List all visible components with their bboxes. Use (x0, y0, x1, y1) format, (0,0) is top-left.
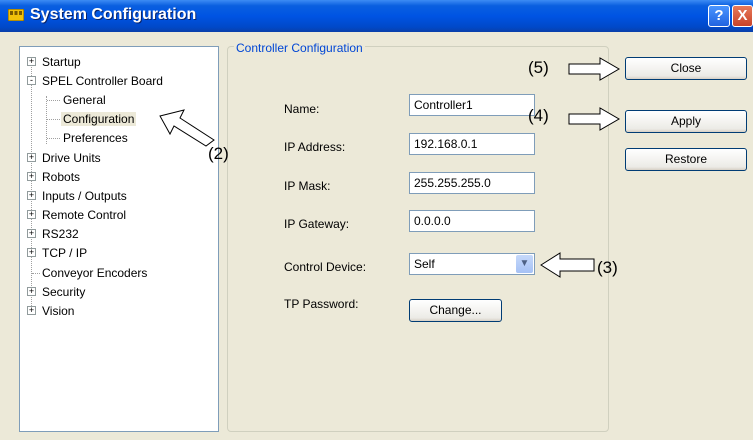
change-password-button[interactable]: Change... (409, 299, 502, 322)
system-configuration-window: System Configuration ? X + Startup - SPE… (0, 0, 753, 440)
ip-gateway-field[interactable]: 0.0.0.0 (409, 210, 535, 232)
tree-item-vision[interactable]: Vision (42, 304, 74, 318)
tree-item-inputs-outputs[interactable]: Inputs / Outputs (42, 189, 127, 203)
callout-arrow-icon (568, 57, 620, 81)
ip-mask-field[interactable]: 255.255.255.0 (409, 172, 535, 194)
callout-3: (3) (597, 258, 618, 277)
ip-gateway-label: IP Gateway: (284, 217, 350, 231)
control-device-value: Self (414, 257, 435, 271)
tree-item-configuration[interactable]: Configuration (61, 112, 137, 126)
apply-button[interactable]: Apply (625, 110, 747, 133)
ip-address-label: IP Address: (284, 140, 346, 154)
tree-item-spel-controller-board[interactable]: SPEL Controller Board (42, 74, 163, 88)
tree-item-remote-control[interactable]: Remote Control (42, 208, 126, 222)
name-label: Name: (284, 102, 320, 116)
tree-item-preferences[interactable]: Preferences (63, 131, 128, 145)
expand-icon[interactable]: + (27, 210, 36, 219)
window-close-button[interactable]: X (732, 5, 753, 27)
window-title: System Configuration (30, 6, 197, 23)
help-button[interactable]: ? (708, 5, 730, 27)
tree-item-rs232[interactable]: RS232 (42, 227, 79, 241)
tree-item-drive-units[interactable]: Drive Units (42, 151, 101, 165)
ip-mask-label: IP Mask: (284, 179, 331, 193)
help-icon: ? (714, 7, 724, 24)
expand-icon[interactable]: + (27, 153, 36, 162)
expand-icon[interactable]: + (27, 172, 36, 181)
tree-item-general[interactable]: General (63, 93, 106, 107)
callout-arrow-icon (159, 109, 215, 147)
ip-address-field[interactable]: 192.168.0.1 (409, 133, 535, 155)
restore-button[interactable]: Restore (625, 148, 747, 171)
callout-arrow-icon (568, 107, 620, 131)
collapse-icon[interactable]: - (27, 76, 36, 85)
callout-arrow-icon (540, 252, 595, 278)
tree-item-startup[interactable]: Startup (42, 55, 81, 69)
close-button[interactable]: Close (625, 57, 747, 80)
expand-icon[interactable]: + (27, 248, 36, 257)
title-bar: System Configuration ? X (0, 0, 753, 32)
callout-5: (5) (528, 58, 549, 77)
callout-2: (2) (208, 144, 229, 163)
tp-password-label: TP Password: (284, 297, 359, 311)
expand-icon[interactable]: + (27, 229, 36, 238)
expand-icon[interactable]: + (27, 287, 36, 296)
tree-connector (47, 119, 60, 120)
tree-connector (46, 96, 47, 144)
name-field[interactable]: Controller1 (409, 94, 535, 116)
expand-icon[interactable]: + (27, 57, 36, 66)
chevron-down-icon[interactable]: ▼ (516, 255, 533, 273)
tree-item-robots[interactable]: Robots (42, 170, 80, 184)
control-device-label: Control Device: (284, 260, 367, 274)
tree-item-security[interactable]: Security (42, 285, 85, 299)
callout-4: (4) (528, 106, 549, 125)
tree-item-conveyor-encoders[interactable]: Conveyor Encoders (42, 266, 147, 280)
tree-item-tcp-ip[interactable]: TCP / IP (42, 246, 87, 260)
app-icon (8, 9, 24, 21)
config-tree[interactable]: + Startup - SPEL Controller Board Genera… (19, 46, 219, 432)
close-icon: X (737, 7, 748, 24)
control-device-select[interactable]: Self ▼ (409, 253, 535, 275)
tree-connector (32, 273, 40, 274)
group-title: Controller Configuration (234, 41, 365, 55)
tree-connector (47, 100, 60, 101)
expand-icon[interactable]: + (27, 191, 36, 200)
expand-icon[interactable]: + (27, 306, 36, 315)
tree-connector (47, 138, 60, 139)
